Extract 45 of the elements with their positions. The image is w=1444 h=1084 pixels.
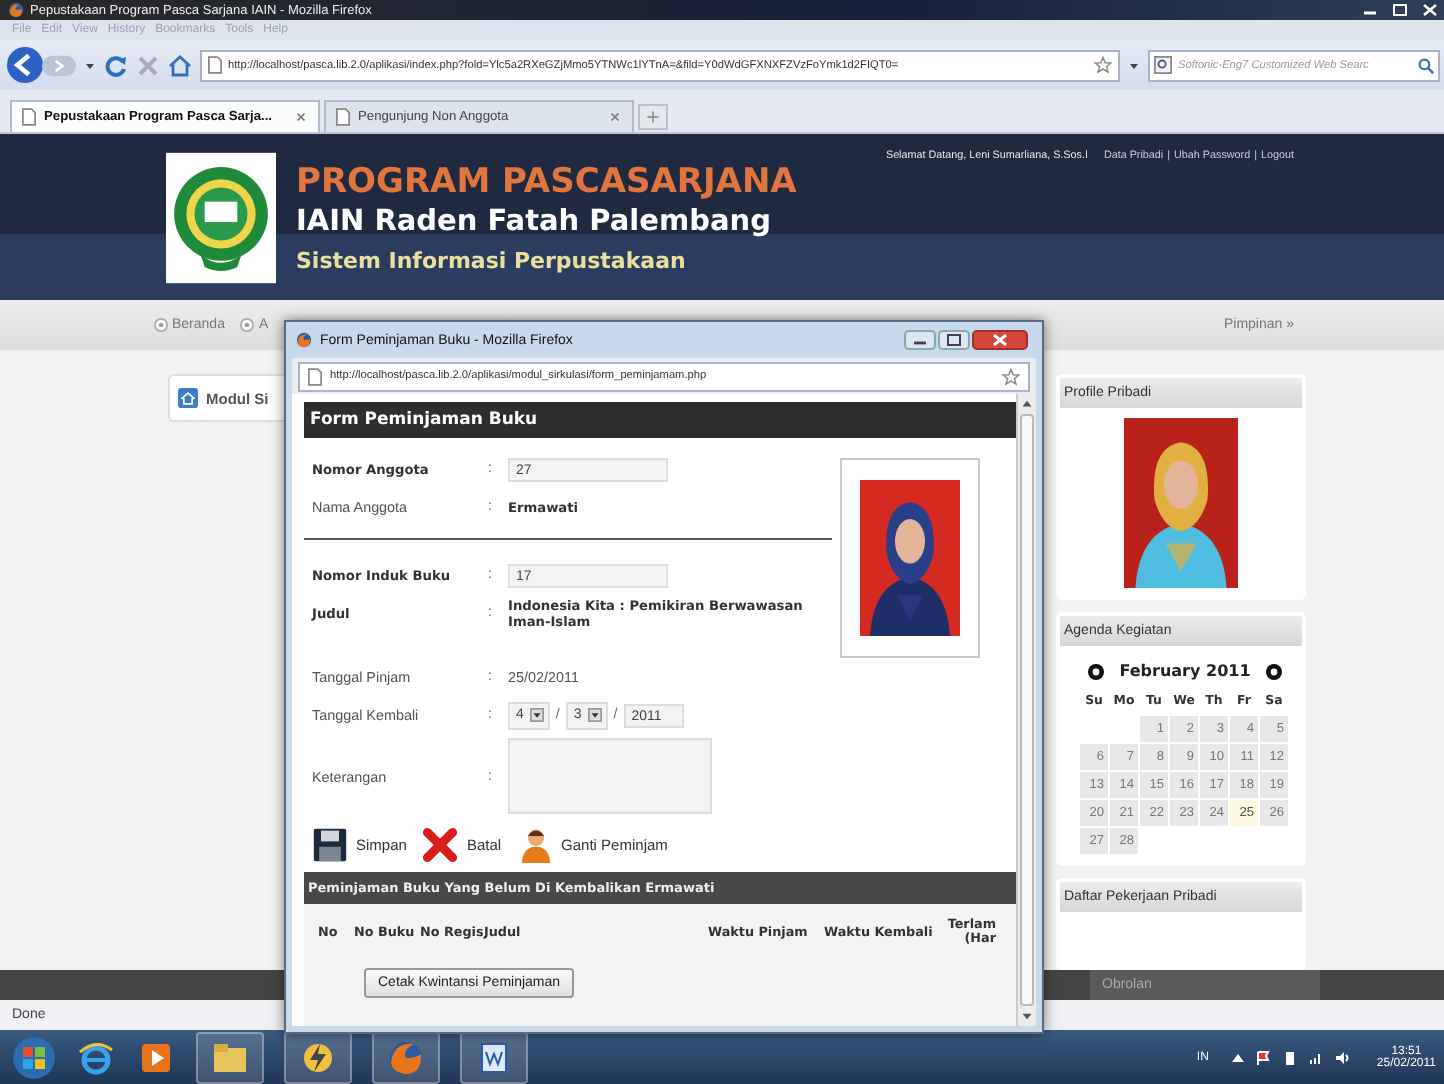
flag-icon[interactable] bbox=[1256, 1049, 1273, 1065]
maximize-icon[interactable] bbox=[938, 330, 970, 350]
textarea-field[interactable] bbox=[508, 738, 712, 814]
search-icon[interactable] bbox=[1418, 57, 1434, 73]
site-title: PROGRAM PASCASARJANA bbox=[296, 161, 797, 201]
bullet-icon bbox=[154, 318, 168, 332]
firefox-icon bbox=[296, 332, 312, 348]
signal-icon[interactable] bbox=[1308, 1049, 1325, 1065]
scrollbar[interactable] bbox=[1016, 394, 1036, 1026]
home-icon[interactable] bbox=[168, 53, 192, 77]
page-icon bbox=[336, 108, 350, 126]
bullet-icon bbox=[240, 318, 255, 332]
form-title: Form Peminjaman Buku bbox=[304, 402, 1016, 438]
document-icon[interactable] bbox=[460, 1031, 528, 1083]
page-icon bbox=[308, 367, 322, 385]
star-icon[interactable] bbox=[1094, 56, 1112, 74]
home-icon bbox=[178, 388, 198, 408]
speaker-icon[interactable] bbox=[1334, 1049, 1351, 1065]
dropdown-icon[interactable] bbox=[1128, 59, 1140, 71]
person-icon[interactable] bbox=[517, 826, 554, 864]
firefox-icon bbox=[8, 2, 24, 18]
lightning-icon[interactable] bbox=[284, 1031, 352, 1083]
cancel-icon[interactable] bbox=[422, 826, 459, 864]
next-month-icon[interactable] bbox=[1265, 663, 1282, 679]
system-name: Sistem Informasi Perpustakaan bbox=[296, 247, 688, 273]
calendar-month: February 2011 bbox=[1119, 662, 1251, 680]
star-icon[interactable] bbox=[1002, 367, 1020, 385]
dropdown-arrow-icon[interactable] bbox=[529, 708, 544, 722]
folder-icon[interactable] bbox=[196, 1031, 264, 1083]
search-engine-icon[interactable] bbox=[1154, 56, 1172, 74]
browser-icon[interactable] bbox=[76, 1037, 116, 1077]
start-button[interactable] bbox=[12, 1035, 56, 1079]
dropdown-icon[interactable] bbox=[84, 59, 96, 71]
close-icon[interactable] bbox=[972, 330, 1028, 350]
page-icon bbox=[22, 108, 36, 126]
firefox-icon[interactable] bbox=[372, 1031, 440, 1083]
institution-name: IAIN Raden Fatah Palembang bbox=[296, 205, 773, 237]
page-icon bbox=[208, 56, 222, 74]
previous-month-icon[interactable] bbox=[1088, 663, 1104, 679]
minimize-icon[interactable] bbox=[904, 330, 936, 350]
back-icon[interactable] bbox=[6, 46, 44, 84]
logo-icon bbox=[166, 151, 276, 283]
dropdown-arrow-icon[interactable] bbox=[587, 708, 602, 722]
up-arrow-icon[interactable] bbox=[1230, 1049, 1247, 1065]
reload-icon[interactable] bbox=[104, 53, 128, 77]
